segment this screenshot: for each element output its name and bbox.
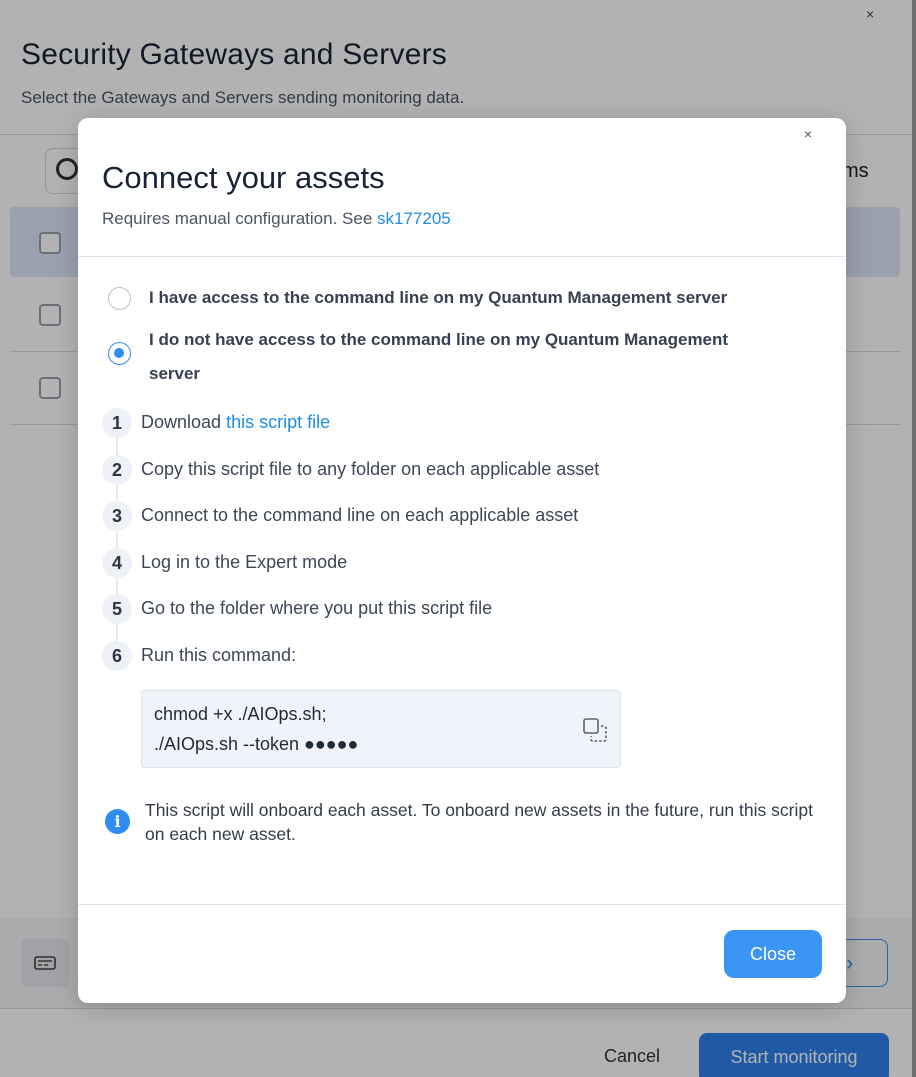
modal-footer-divider — [78, 904, 846, 905]
modal-divider — [78, 256, 846, 257]
step-text: Connect to the command line on each appl… — [141, 505, 579, 525]
code-line: chmod +x ./AIOps.sh; — [154, 704, 327, 724]
step-number: 3 — [102, 501, 132, 531]
connect-assets-modal: × Connect your assets Requires manual co… — [78, 118, 846, 1003]
modal-title: Connect your assets — [102, 160, 385, 195]
radio-label-line: server — [149, 364, 201, 383]
modal-subtitle-text: Requires manual configuration. See — [102, 209, 377, 228]
modal-subtitle: Requires manual configuration. See sk177… — [102, 209, 451, 229]
download-script-link[interactable]: this script file — [226, 412, 330, 432]
scrollbar[interactable] — [912, 0, 916, 1077]
step-number: 4 — [102, 548, 132, 578]
step-text: Go to the folder where you put this scri… — [141, 598, 493, 618]
copy-icon[interactable] — [582, 717, 608, 743]
radio-label-no-cli-access[interactable]: I do not have access to the command line… — [149, 323, 728, 391]
step-text: Log in to the Expert mode — [141, 552, 348, 572]
step-number: 6 — [102, 641, 132, 671]
modal-close-icon[interactable]: × — [800, 126, 816, 142]
step-number: 5 — [102, 594, 132, 624]
radio-has-cli-access[interactable] — [108, 287, 131, 310]
close-button[interactable]: Close — [724, 930, 822, 978]
code-line: ./AIOps.sh --token ●●●●● — [154, 734, 359, 754]
step-number: 2 — [102, 455, 132, 485]
step-number: 1 — [102, 408, 132, 438]
step-text-prefix: Download — [141, 412, 227, 432]
radio-no-cli-access[interactable] — [108, 342, 131, 365]
step-text: Copy this script file to any folder on e… — [141, 459, 600, 479]
radio-label-line: I do not have access to the command line… — [149, 330, 729, 349]
command-code-block[interactable]: chmod +x ./AIOps.sh; ./AIOps.sh --token … — [141, 690, 621, 768]
radio-label-has-cli-access[interactable]: I have access to the command line on my … — [149, 281, 727, 315]
step-text: Run this command: — [141, 645, 297, 665]
step-text: Download this script file — [141, 412, 330, 433]
sk-article-link[interactable]: sk177205 — [377, 209, 451, 228]
info-icon: i — [105, 809, 130, 834]
info-message: This script will onboard each asset. To … — [145, 800, 813, 844]
